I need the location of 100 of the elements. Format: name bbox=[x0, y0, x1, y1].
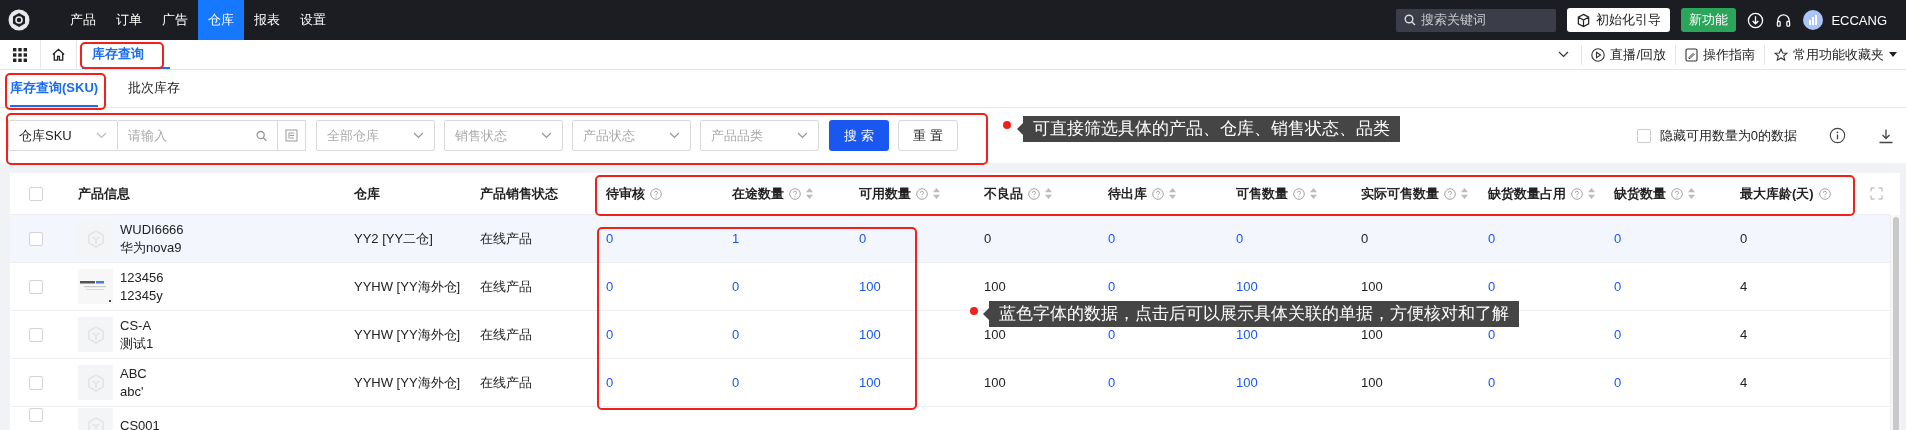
help-icon[interactable] bbox=[1444, 187, 1456, 200]
caret-down-icon[interactable] bbox=[1889, 52, 1897, 57]
help-icon[interactable] bbox=[1671, 187, 1683, 200]
chevron-down-icon bbox=[413, 132, 424, 139]
help-icon[interactable] bbox=[1152, 187, 1164, 200]
quantity-link[interactable]: 0 bbox=[1614, 327, 1622, 342]
fullscreen-icon[interactable] bbox=[1869, 187, 1883, 200]
menu-item[interactable]: 设置 bbox=[290, 0, 336, 40]
quantity-link[interactable]: 100 bbox=[859, 375, 881, 390]
help-icon[interactable] bbox=[1571, 187, 1583, 200]
quantity-link[interactable]: 1 bbox=[732, 231, 740, 246]
quantity-link[interactable]: 0 bbox=[1614, 231, 1622, 246]
quantity-link[interactable]: 0 bbox=[1488, 279, 1496, 294]
help-icon[interactable] bbox=[1293, 187, 1305, 200]
sort-icon[interactable] bbox=[1688, 188, 1695, 199]
quantity-link[interactable]: 0 bbox=[1488, 375, 1496, 390]
guide-button[interactable]: 初始化引导 bbox=[1567, 8, 1671, 32]
table-cell: 在线产品 bbox=[480, 277, 532, 296]
sub-tab[interactable]: 库存查询(SKU) bbox=[10, 70, 99, 107]
star-icon bbox=[1774, 47, 1788, 62]
chevron-down-icon bbox=[541, 132, 552, 139]
new-feature-button[interactable]: 新功能 bbox=[1681, 8, 1737, 32]
quantity-link[interactable]: 0 bbox=[1108, 231, 1116, 246]
quantity-link[interactable]: 100 bbox=[859, 279, 881, 294]
column-header: 最大库龄(天) bbox=[1740, 184, 1814, 203]
search-button[interactable]: 搜 索 bbox=[829, 120, 889, 151]
quantity-link[interactable]: 0 bbox=[1488, 231, 1496, 246]
quantity-link[interactable]: 100 bbox=[1236, 279, 1258, 294]
checkbox-label[interactable]: 隐藏可用数量为0的数据 bbox=[1659, 126, 1797, 145]
quantity-link[interactable]: 0 bbox=[1236, 231, 1244, 246]
checkbox[interactable] bbox=[29, 186, 43, 201]
info-icon[interactable] bbox=[1829, 127, 1846, 144]
sort-icon[interactable] bbox=[806, 188, 813, 199]
search-field[interactable]: 搜索关键词 bbox=[1396, 8, 1557, 32]
table-cell: 0 bbox=[1740, 231, 1748, 246]
user-name[interactable]: ECCANG bbox=[1831, 12, 1887, 28]
avatar-icon[interactable] bbox=[1803, 10, 1824, 30]
sort-icon[interactable] bbox=[1169, 188, 1176, 199]
field-select[interactable]: 仓库SKU bbox=[8, 120, 118, 151]
toolbar-link[interactable]: 操作指南 bbox=[1675, 44, 1764, 65]
table-cell: YYHW [YY海外仓] bbox=[354, 325, 461, 344]
chevron-down-icon bbox=[1558, 51, 1570, 58]
download-icon[interactable] bbox=[1878, 127, 1894, 144]
quantity-link[interactable]: 0 bbox=[606, 279, 614, 294]
quantity-link[interactable]: 0 bbox=[606, 375, 614, 390]
help-icon[interactable] bbox=[916, 187, 928, 200]
quantity-link[interactable]: 0 bbox=[1108, 327, 1116, 342]
help-icon[interactable] bbox=[789, 187, 801, 200]
checkbox[interactable] bbox=[29, 231, 43, 246]
help-icon[interactable] bbox=[650, 187, 662, 200]
menu-item[interactable]: 广告 bbox=[152, 0, 198, 40]
column-header: 缺货数量 bbox=[1614, 184, 1666, 203]
sort-icon[interactable] bbox=[933, 188, 940, 199]
help-icon[interactable] bbox=[1818, 187, 1831, 200]
quantity-link[interactable]: 100 bbox=[1236, 375, 1258, 390]
quantity-link[interactable]: 0 bbox=[606, 327, 614, 342]
quantity-link[interactable]: 0 bbox=[732, 375, 740, 390]
home-icon[interactable] bbox=[51, 47, 66, 62]
help-icon[interactable] bbox=[1028, 187, 1040, 200]
quantity-link[interactable]: 0 bbox=[1614, 375, 1622, 390]
menu-item[interactable]: 订单 bbox=[106, 0, 152, 40]
apps-grid-icon[interactable] bbox=[13, 47, 27, 62]
toolbar-link[interactable]: 直播/回放 bbox=[1581, 44, 1675, 65]
checkbox[interactable] bbox=[29, 279, 43, 294]
checkbox[interactable] bbox=[29, 375, 43, 390]
table-cell: 0 bbox=[984, 231, 992, 246]
table-cell: 100 bbox=[984, 327, 1006, 342]
menu-item[interactable]: 产品 bbox=[60, 0, 106, 40]
sort-icon[interactable] bbox=[1588, 188, 1595, 199]
list-select-button[interactable] bbox=[278, 120, 306, 151]
quantity-link[interactable]: 100 bbox=[859, 327, 881, 342]
checkbox[interactable] bbox=[29, 327, 43, 342]
checkbox[interactable] bbox=[29, 408, 43, 422]
quantity-link[interactable]: 100 bbox=[1236, 327, 1258, 342]
quantity-link[interactable]: 0 bbox=[1108, 279, 1116, 294]
logo-icon[interactable] bbox=[8, 9, 30, 31]
table-cell: 在线产品 bbox=[480, 325, 532, 344]
product-name: abc' bbox=[120, 382, 145, 401]
menu-item[interactable]: 仓库 bbox=[198, 0, 244, 40]
quantity-link[interactable]: 0 bbox=[732, 327, 740, 342]
sub-tab[interactable]: 批次库存 bbox=[128, 70, 181, 107]
table-cell: YYHW [YY海外仓] bbox=[354, 277, 461, 296]
checkbox[interactable] bbox=[1636, 128, 1651, 143]
table-cell: 100 bbox=[984, 375, 1006, 390]
quantity-link[interactable]: 0 bbox=[859, 231, 867, 246]
sort-icon[interactable] bbox=[1310, 188, 1317, 199]
table-row[interactable]: WUDI6666 华为nova9 YY2 [YY二仓] 在线产品 0 1 0 0 0 0 0 0 0 0 bbox=[10, 215, 1890, 263]
sort-icon[interactable] bbox=[1461, 188, 1468, 199]
quantity-link[interactable]: 0 bbox=[1108, 375, 1116, 390]
quantity-link[interactable]: 0 bbox=[732, 279, 740, 294]
quantity-link[interactable]: 0 bbox=[1614, 279, 1622, 294]
sort-icon[interactable] bbox=[1045, 188, 1052, 199]
toolbar-link[interactable]: 常用功能收藏夹 bbox=[1764, 44, 1906, 65]
reset-button[interactable]: 重 置 bbox=[898, 120, 958, 151]
cube-icon bbox=[1576, 12, 1592, 28]
scrollbar[interactable] bbox=[1890, 215, 1900, 430]
menu-item[interactable]: 报表 bbox=[244, 0, 290, 40]
headset-icon[interactable] bbox=[1775, 11, 1793, 29]
quantity-link[interactable]: 0 bbox=[606, 231, 614, 246]
quantity-link[interactable]: 0 bbox=[1488, 327, 1496, 342]
